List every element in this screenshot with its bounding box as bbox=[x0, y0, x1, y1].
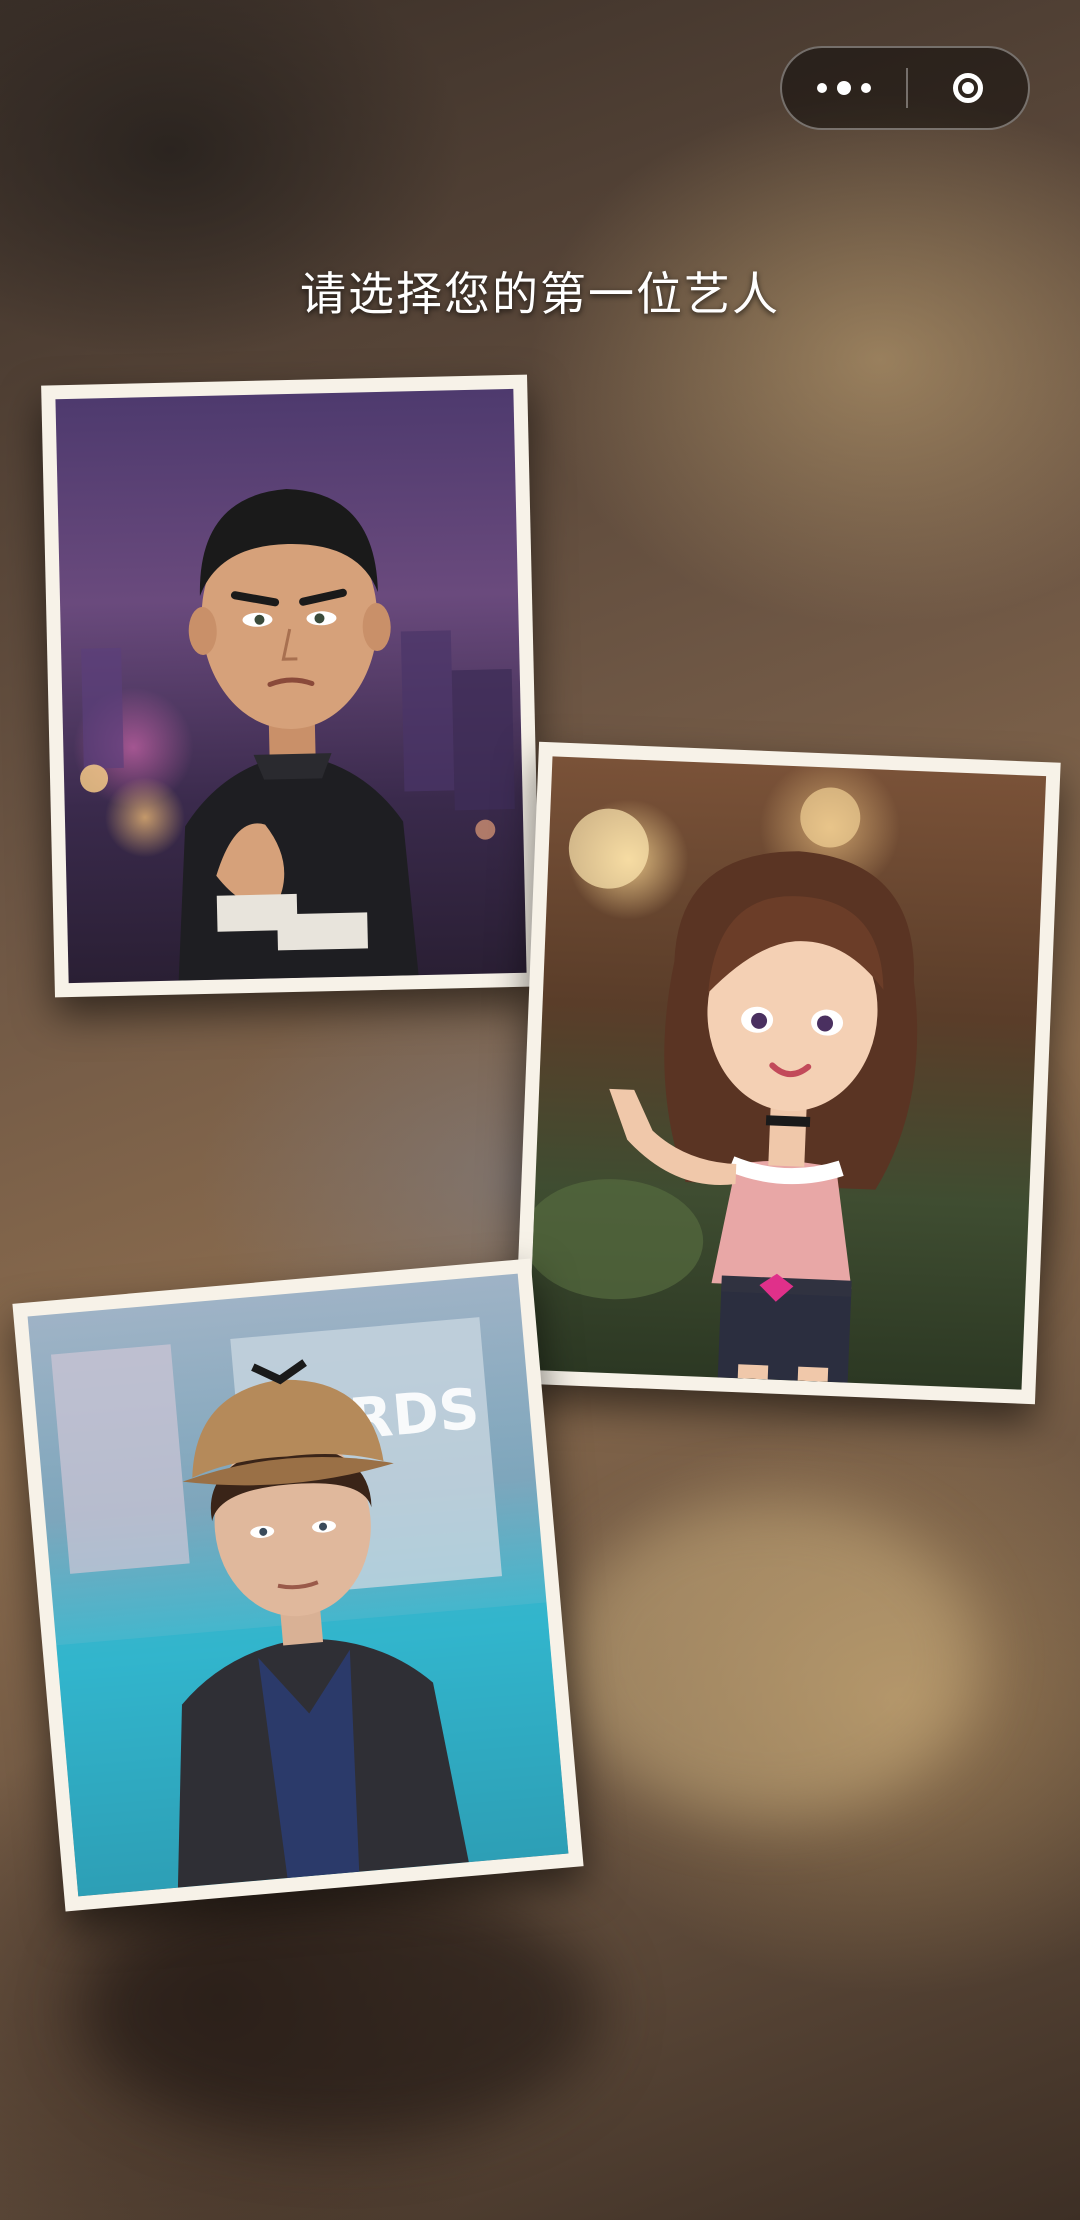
artist-card-kungfu[interactable] bbox=[41, 374, 541, 998]
background-blur-shape bbox=[80, 1880, 600, 2140]
background-blur-shape bbox=[560, 1500, 980, 1820]
more-dots-icon bbox=[817, 83, 827, 93]
mini-program-capsule bbox=[780, 46, 1030, 130]
page-title: 请选择您的第一位艺人 bbox=[300, 267, 780, 321]
detective-portrait: WRDS bbox=[27, 1273, 569, 1897]
artist-card-detective[interactable]: WRDS bbox=[12, 1258, 584, 1912]
more-dots-icon bbox=[861, 83, 871, 93]
close-button[interactable] bbox=[908, 48, 1028, 128]
more-button[interactable] bbox=[782, 48, 906, 128]
target-circle-icon bbox=[953, 73, 983, 103]
artist-card-girl[interactable] bbox=[513, 741, 1061, 1405]
more-dots-icon bbox=[837, 81, 851, 95]
kungfu-master-portrait bbox=[55, 388, 527, 984]
brunette-girl-portrait bbox=[527, 756, 1047, 1390]
